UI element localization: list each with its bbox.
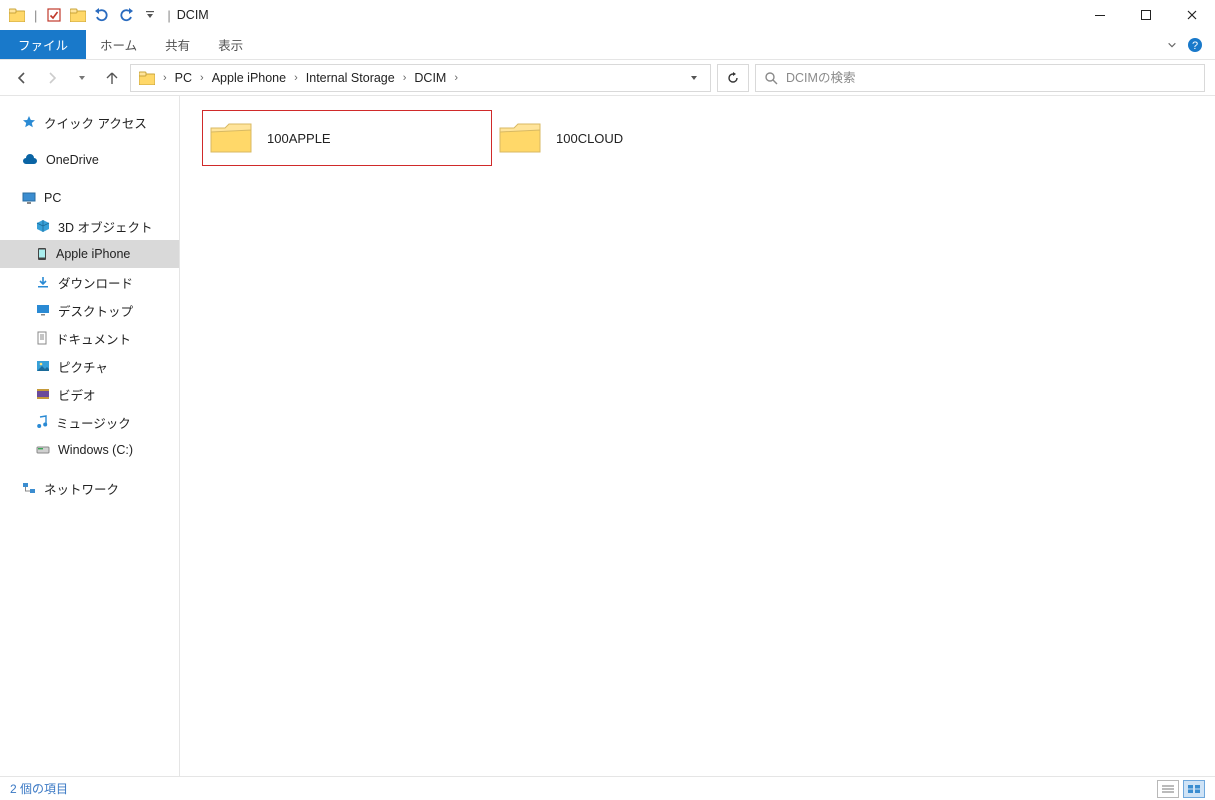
chevron-right-icon[interactable]: › xyxy=(452,72,460,84)
breadcrumb-dcim[interactable]: DCIM xyxy=(410,71,450,85)
chevron-right-icon[interactable]: › xyxy=(161,72,169,84)
search-icon xyxy=(764,71,778,85)
view-details-button[interactable] xyxy=(1157,780,1179,798)
sidebar-item-desktop[interactable]: デスクトップ xyxy=(0,296,179,324)
folder-icon xyxy=(498,120,542,156)
sidebar-item-label: ミュージック xyxy=(56,413,131,432)
svg-text:?: ? xyxy=(1192,40,1198,52)
quick-access-toolbar: | | DCIM xyxy=(0,4,209,26)
title-bar: | | DCIM xyxy=(0,0,1215,30)
sidebar-item-documents[interactable]: ドキュメント xyxy=(0,324,179,352)
sidebar-item-windows-c[interactable]: Windows (C:) xyxy=(0,436,179,464)
navigation-pane: クイック アクセス OneDrive PC 3D オブジェクト Apple iP… xyxy=(0,96,180,776)
body: クイック アクセス OneDrive PC 3D オブジェクト Apple iP… xyxy=(0,96,1215,776)
qat-dropdown-icon[interactable] xyxy=(139,4,161,26)
folder-item[interactable]: 100CLOUD xyxy=(492,110,782,166)
address-bar[interactable]: › PC › Apple iPhone › Internal Storage ›… xyxy=(130,64,711,92)
ribbon: ファイル ホーム 共有 表示 ? xyxy=(0,30,1215,60)
sidebar-item-music[interactable]: ミュージック xyxy=(0,408,179,436)
address-dropdown-icon[interactable] xyxy=(682,66,706,90)
minimize-button[interactable] xyxy=(1077,0,1123,30)
folder-item[interactable]: 100APPLE xyxy=(202,110,492,166)
tab-home[interactable]: ホーム xyxy=(86,30,151,59)
sidebar-item-apple-iphone[interactable]: Apple iPhone xyxy=(0,240,179,268)
drive-icon xyxy=(36,444,50,456)
document-icon xyxy=(36,331,48,345)
status-bar: 2 個の項目 xyxy=(0,776,1215,800)
close-button[interactable] xyxy=(1169,0,1215,30)
breadcrumb-pc[interactable]: PC xyxy=(171,71,196,85)
sidebar-item-label: PC xyxy=(44,191,61,205)
sidebar-item-label: ビデオ xyxy=(58,385,96,404)
phone-icon xyxy=(36,247,48,261)
sidebar-pc[interactable]: PC xyxy=(0,184,179,212)
sidebar-item-label: ネットワーク xyxy=(44,479,119,498)
window-title: DCIM xyxy=(177,8,209,22)
refresh-button[interactable] xyxy=(717,64,749,92)
properties-icon[interactable] xyxy=(43,4,65,26)
sidebar-item-label: OneDrive xyxy=(46,153,99,167)
address-root-icon[interactable] xyxy=(135,71,159,85)
recent-locations-button[interactable] xyxy=(70,66,94,90)
sidebar-item-3d-objects[interactable]: 3D オブジェクト xyxy=(0,212,179,240)
sidebar-item-label: ダウンロード xyxy=(58,273,133,292)
sidebar-item-label: Windows (C:) xyxy=(58,443,133,457)
sidebar-item-label: クイック アクセス xyxy=(44,113,147,132)
sidebar-quick-access[interactable]: クイック アクセス xyxy=(0,108,179,136)
ribbon-expand-icon[interactable] xyxy=(1167,40,1177,50)
pictures-icon xyxy=(36,360,50,372)
sidebar-item-label: ドキュメント xyxy=(56,329,131,348)
sidebar-item-downloads[interactable]: ダウンロード xyxy=(0,268,179,296)
cube-icon xyxy=(36,219,50,233)
sidebar-item-pictures[interactable]: ピクチャ xyxy=(0,352,179,380)
sidebar-onedrive[interactable]: OneDrive xyxy=(0,146,179,174)
content-pane[interactable]: 100APPLE 100CLOUD xyxy=(180,96,1215,776)
undo-icon[interactable] xyxy=(91,4,113,26)
breadcrumb-storage[interactable]: Internal Storage xyxy=(302,71,399,85)
sidebar-item-label: デスクトップ xyxy=(58,301,133,320)
back-button[interactable] xyxy=(10,66,34,90)
separator: | xyxy=(34,8,37,23)
up-button[interactable] xyxy=(100,66,124,90)
window-controls xyxy=(1077,0,1215,30)
sidebar-item-label: 3D オブジェクト xyxy=(58,217,152,236)
sidebar-item-label: Apple iPhone xyxy=(56,247,130,261)
sidebar-item-videos[interactable]: ビデオ xyxy=(0,380,179,408)
chevron-right-icon[interactable]: › xyxy=(401,72,409,84)
download-icon xyxy=(36,275,50,289)
separator: | xyxy=(167,8,170,23)
network-icon xyxy=(22,481,36,495)
redo-icon[interactable] xyxy=(115,4,137,26)
chevron-right-icon[interactable]: › xyxy=(198,72,206,84)
music-icon xyxy=(36,415,48,429)
explorer-icon[interactable] xyxy=(6,4,28,26)
star-icon xyxy=(22,115,36,129)
help-icon[interactable]: ? xyxy=(1187,37,1203,53)
tab-share[interactable]: 共有 xyxy=(151,30,204,59)
sidebar-item-label: ピクチャ xyxy=(58,357,108,376)
forward-button[interactable] xyxy=(40,66,64,90)
pc-icon xyxy=(22,191,36,205)
maximize-button[interactable] xyxy=(1123,0,1169,30)
cloud-icon xyxy=(22,154,38,166)
folder-name: 100CLOUD xyxy=(556,131,623,146)
new-folder-icon[interactable] xyxy=(67,4,89,26)
folder-name: 100APPLE xyxy=(267,131,331,146)
folder-icon xyxy=(209,120,253,156)
sidebar-network[interactable]: ネットワーク xyxy=(0,474,179,502)
navigation-bar: › PC › Apple iPhone › Internal Storage ›… xyxy=(0,60,1215,96)
desktop-icon xyxy=(36,304,50,316)
search-box[interactable] xyxy=(755,64,1205,92)
breadcrumb-device[interactable]: Apple iPhone xyxy=(208,71,290,85)
tab-view[interactable]: 表示 xyxy=(204,30,257,59)
chevron-right-icon[interactable]: › xyxy=(292,72,300,84)
tab-file[interactable]: ファイル xyxy=(0,30,86,59)
view-large-icons-button[interactable] xyxy=(1183,780,1205,798)
status-item-count: 2 個の項目 xyxy=(10,780,68,797)
video-icon xyxy=(36,388,50,400)
search-input[interactable] xyxy=(786,71,1196,85)
